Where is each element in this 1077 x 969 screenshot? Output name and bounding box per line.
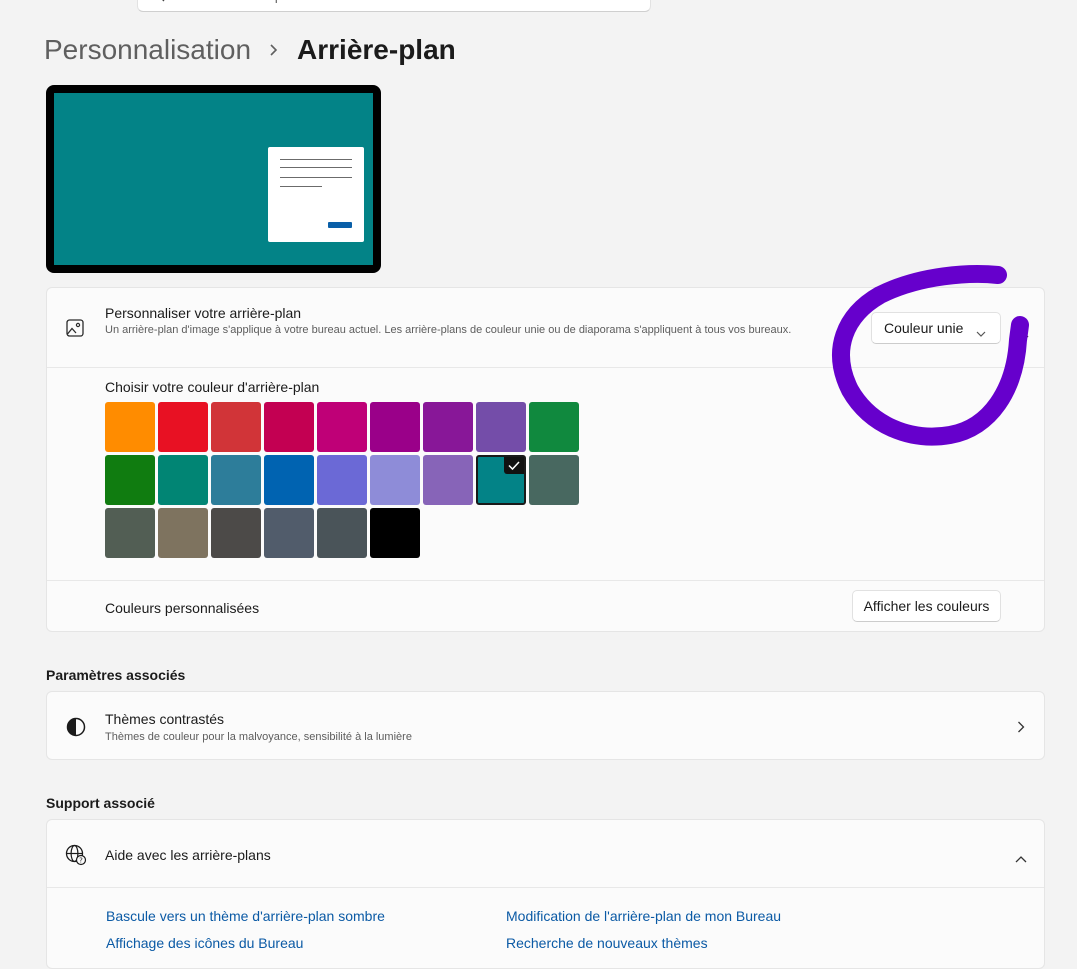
help-link-dark-theme[interactable]: Bascule vers un thème d'arrière-plan som… xyxy=(106,908,385,924)
checkmark-icon xyxy=(504,457,524,474)
page-title: Arrière-plan xyxy=(297,34,456,65)
personalize-title: Personnaliser votre arrière-plan xyxy=(105,305,302,321)
globe-help-icon: ? xyxy=(65,844,87,871)
color-swatch[interactable] xyxy=(105,508,155,558)
help-link-desktop-icons[interactable]: Affichage des icônes du Bureau xyxy=(106,935,303,951)
help-link-change-background[interactable]: Modification de l'arrière-plan de mon Bu… xyxy=(506,908,781,924)
color-swatch[interactable] xyxy=(317,455,367,505)
breadcrumb: Personnalisation Arrière-plan xyxy=(44,30,456,70)
color-swatch[interactable] xyxy=(211,402,261,452)
svg-text:?: ? xyxy=(79,857,83,865)
personalize-background-card: Personnaliser votre arrière-plan Un arri… xyxy=(46,287,1045,632)
color-picker-heading: Choisir votre couleur d'arrière-plan xyxy=(105,379,320,395)
search-icon xyxy=(152,0,165,2)
color-swatch[interactable] xyxy=(264,508,314,558)
show-colors-button[interactable]: Afficher les couleurs xyxy=(852,590,1001,622)
contrast-themes-description: Thèmes de couleur pour la malvoyance, se… xyxy=(105,731,412,743)
chevron-down-icon xyxy=(976,324,986,340)
chevron-up-icon[interactable] xyxy=(1015,850,1027,868)
color-swatch[interactable] xyxy=(529,455,579,505)
background-help-card: ? Aide avec les arrière-plans Bascule ve… xyxy=(46,819,1045,969)
color-swatch[interactable] xyxy=(105,455,155,505)
color-swatch[interactable] xyxy=(370,508,420,558)
color-swatch[interactable] xyxy=(476,455,526,505)
preview-window xyxy=(268,147,364,242)
image-icon xyxy=(66,319,84,342)
color-swatch[interactable] xyxy=(158,455,208,505)
contrast-themes-card[interactable]: Thèmes contrastés Thèmes de couleur pour… xyxy=(46,691,1045,760)
color-swatch[interactable] xyxy=(423,402,473,452)
dropdown-value: Couleur unie xyxy=(884,320,964,336)
support-heading: Support associé xyxy=(46,795,155,811)
color-swatch[interactable] xyxy=(264,455,314,505)
color-swatch[interactable] xyxy=(158,508,208,558)
preview-desktop xyxy=(54,93,373,265)
search-box[interactable] xyxy=(137,0,651,12)
color-swatch[interactable] xyxy=(264,402,314,452)
chevron-right-icon xyxy=(269,43,279,57)
color-swatch[interactable] xyxy=(423,455,473,505)
color-swatch-grid xyxy=(105,402,585,562)
color-swatch[interactable] xyxy=(158,402,208,452)
custom-colors-label: Couleurs personnalisées xyxy=(105,600,260,616)
chevron-up-icon[interactable] xyxy=(1017,325,1029,343)
background-help-title: Aide avec les arrière-plans xyxy=(105,847,271,863)
breadcrumb-personalisation[interactable]: Personnalisation xyxy=(44,34,251,66)
contrast-icon xyxy=(66,717,86,742)
background-type-dropdown[interactable]: Couleur unie xyxy=(871,312,1001,344)
related-settings-heading: Paramètres associés xyxy=(46,667,186,683)
chevron-right-icon xyxy=(1017,720,1025,738)
color-swatch[interactable] xyxy=(529,402,579,452)
search-input[interactable] xyxy=(179,0,599,3)
color-swatch[interactable] xyxy=(105,402,155,452)
color-swatch[interactable] xyxy=(317,402,367,452)
personalize-description: Un arrière-plan d'image s'applique à vot… xyxy=(105,324,792,336)
background-preview xyxy=(46,85,381,273)
contrast-themes-title: Thèmes contrastés xyxy=(105,711,225,727)
color-swatch[interactable] xyxy=(211,508,261,558)
help-link-new-themes[interactable]: Recherche de nouveaux thèmes xyxy=(506,935,708,951)
color-swatch[interactable] xyxy=(476,402,526,452)
color-swatch[interactable] xyxy=(370,455,420,505)
color-swatch[interactable] xyxy=(317,508,367,558)
color-swatch[interactable] xyxy=(211,455,261,505)
color-swatch[interactable] xyxy=(370,402,420,452)
